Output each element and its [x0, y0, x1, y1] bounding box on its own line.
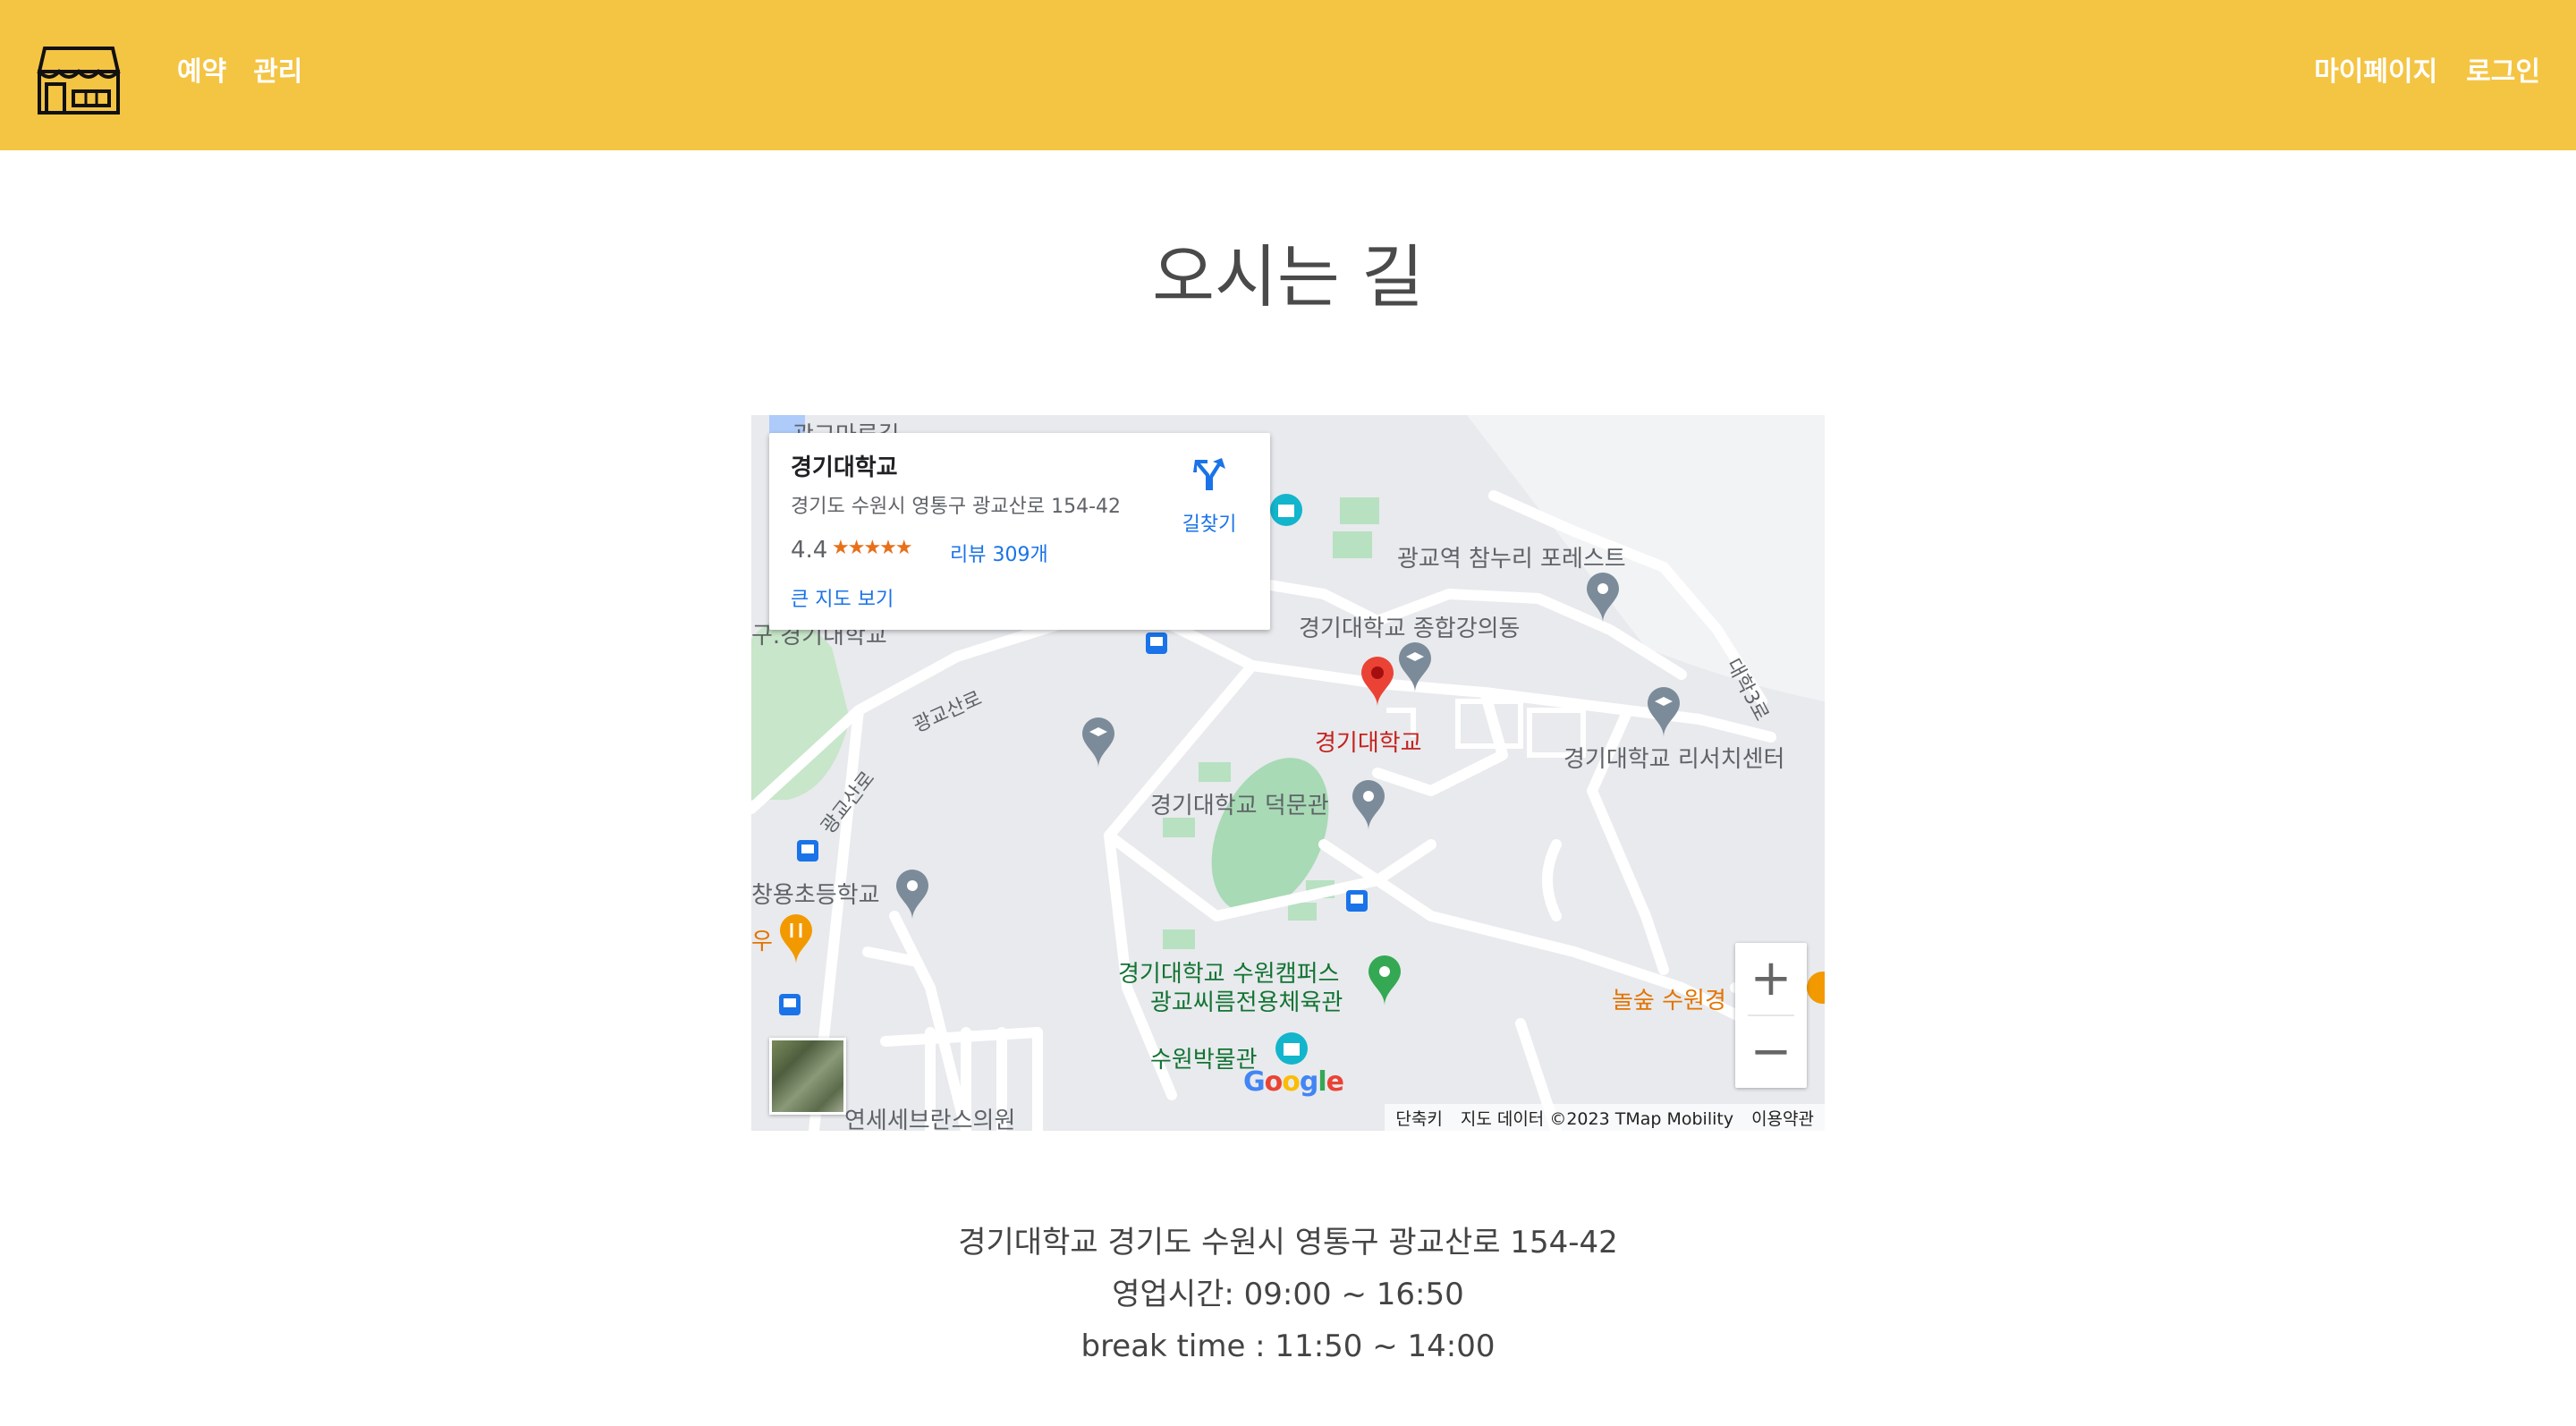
keyboard-shortcuts-link[interactable]: 단축키	[1395, 1106, 1442, 1130]
bus-stop-icon-1[interactable]	[1145, 632, 1168, 655]
directions-icon	[1193, 458, 1225, 490]
map-label-research-center: 경기대학교 리서치센터	[1563, 746, 1785, 773]
park-pin-icon[interactable]	[1268, 492, 1304, 542]
bus-stop-icon-4[interactable]	[778, 993, 801, 1016]
embedded-map[interactable]: 광교마루길 구.경기대학교 광교역 참누리 포레스트 경기대학교 종합강의동 경…	[751, 415, 1825, 1131]
map-label-elementary: 창용초등학교	[751, 882, 880, 909]
map-attribution: 단축키 지도 데이터 ©2023 TMap Mobility 이용약관	[1385, 1104, 1825, 1131]
nav-reservation[interactable]: 예약	[177, 52, 226, 93]
nav-login[interactable]: 로그인	[2466, 52, 2540, 93]
forest-pin-icon[interactable]	[1805, 970, 1825, 1020]
info-rating: 4.4	[791, 537, 828, 564]
map-label-apartment: 광교역 참누리 포레스트	[1397, 546, 1626, 573]
apartment-pin-icon[interactable]	[1585, 573, 1621, 623]
map-data-attribution: 지도 데이터 ©2023 TMap Mobility	[1460, 1108, 1734, 1129]
google-logo: Google	[1243, 1066, 1344, 1098]
directions-label: 길찾기	[1182, 514, 1237, 536]
elementary-pin-icon[interactable]	[894, 870, 930, 920]
campus-pin-icon[interactable]	[1367, 955, 1402, 1006]
university-pin-icon[interactable]	[1360, 657, 1395, 707]
map-label-museum: 수원박물관	[1150, 1047, 1258, 1074]
info-address: 경기도 수원시 영통구 광교산로 154-42	[791, 496, 1122, 518]
restaurant-pin-icon[interactable]	[778, 914, 814, 964]
map-label-clinic: 연세세브란스의원	[844, 1108, 1016, 1131]
terms-link[interactable]: 이용약관	[1751, 1106, 1814, 1130]
address-line: 경기대학교 경기도 수원시 영통구 광교산로 154-42	[958, 1225, 1618, 1260]
directions-button[interactable]: 길찾기	[1174, 451, 1245, 540]
bus-stop-icon-3[interactable]	[1345, 889, 1368, 912]
store-icon[interactable]	[36, 45, 122, 116]
map-label-deokmun-hall: 경기대학교 덕문관	[1150, 793, 1329, 819]
zoom-out-button[interactable]: −	[1735, 1016, 1807, 1088]
hours-line: 영업시간: 09:00 ~ 16:50	[1112, 1277, 1464, 1312]
map-info-card: 경기대학교 경기도 수원시 영통구 광교산로 154-42 4.4 ★★★★★ …	[769, 433, 1270, 630]
nav-left: 예약 관리	[177, 52, 302, 93]
map-label-main-pin: 경기대학교	[1315, 730, 1422, 757]
school-pin-icon[interactable]	[1080, 717, 1116, 768]
research-pin-icon[interactable]	[1646, 687, 1682, 737]
lecture-hall-pin-icon[interactable]	[1397, 642, 1433, 692]
larger-map-link[interactable]: 큰 지도 보기	[791, 583, 894, 612]
map-label-restaurant: 우	[751, 929, 773, 955]
map-label-gym: 광교씨름전용체육관	[1150, 989, 1343, 1016]
location-details: 경기대학교 경기도 수원시 영통구 광교산로 154-42 영업시간: 09:0…	[0, 1217, 2576, 1372]
zoom-in-button[interactable]: +	[1735, 943, 1807, 1014]
page-title: 오시는 길	[1152, 237, 1424, 317]
reviews-link[interactable]: 리뷰 309개	[950, 539, 1048, 567]
break-time-line: break time : 11:50 ~ 14:00	[1080, 1328, 1496, 1364]
bus-stop-icon-2[interactable]	[796, 839, 819, 862]
nav-management[interactable]: 관리	[253, 52, 302, 93]
zoom-control: + −	[1735, 943, 1807, 1088]
deokmun-pin-icon[interactable]	[1351, 780, 1386, 830]
satellite-toggle-button[interactable]	[769, 1038, 846, 1115]
top-navbar: 예약 관리 마이페이지 로그인	[0, 0, 2576, 150]
rating-stars-icon: ★★★★★	[832, 537, 913, 559]
nav-mypage[interactable]: 마이페이지	[2314, 52, 2437, 93]
nav-right: 마이페이지 로그인	[2314, 52, 2540, 93]
info-place-name: 경기대학교	[791, 454, 898, 481]
map-label-forest: 놀숲 수원경	[1612, 988, 1726, 1014]
map-label-lecture-hall: 경기대학교 종합강의동	[1299, 615, 1521, 642]
